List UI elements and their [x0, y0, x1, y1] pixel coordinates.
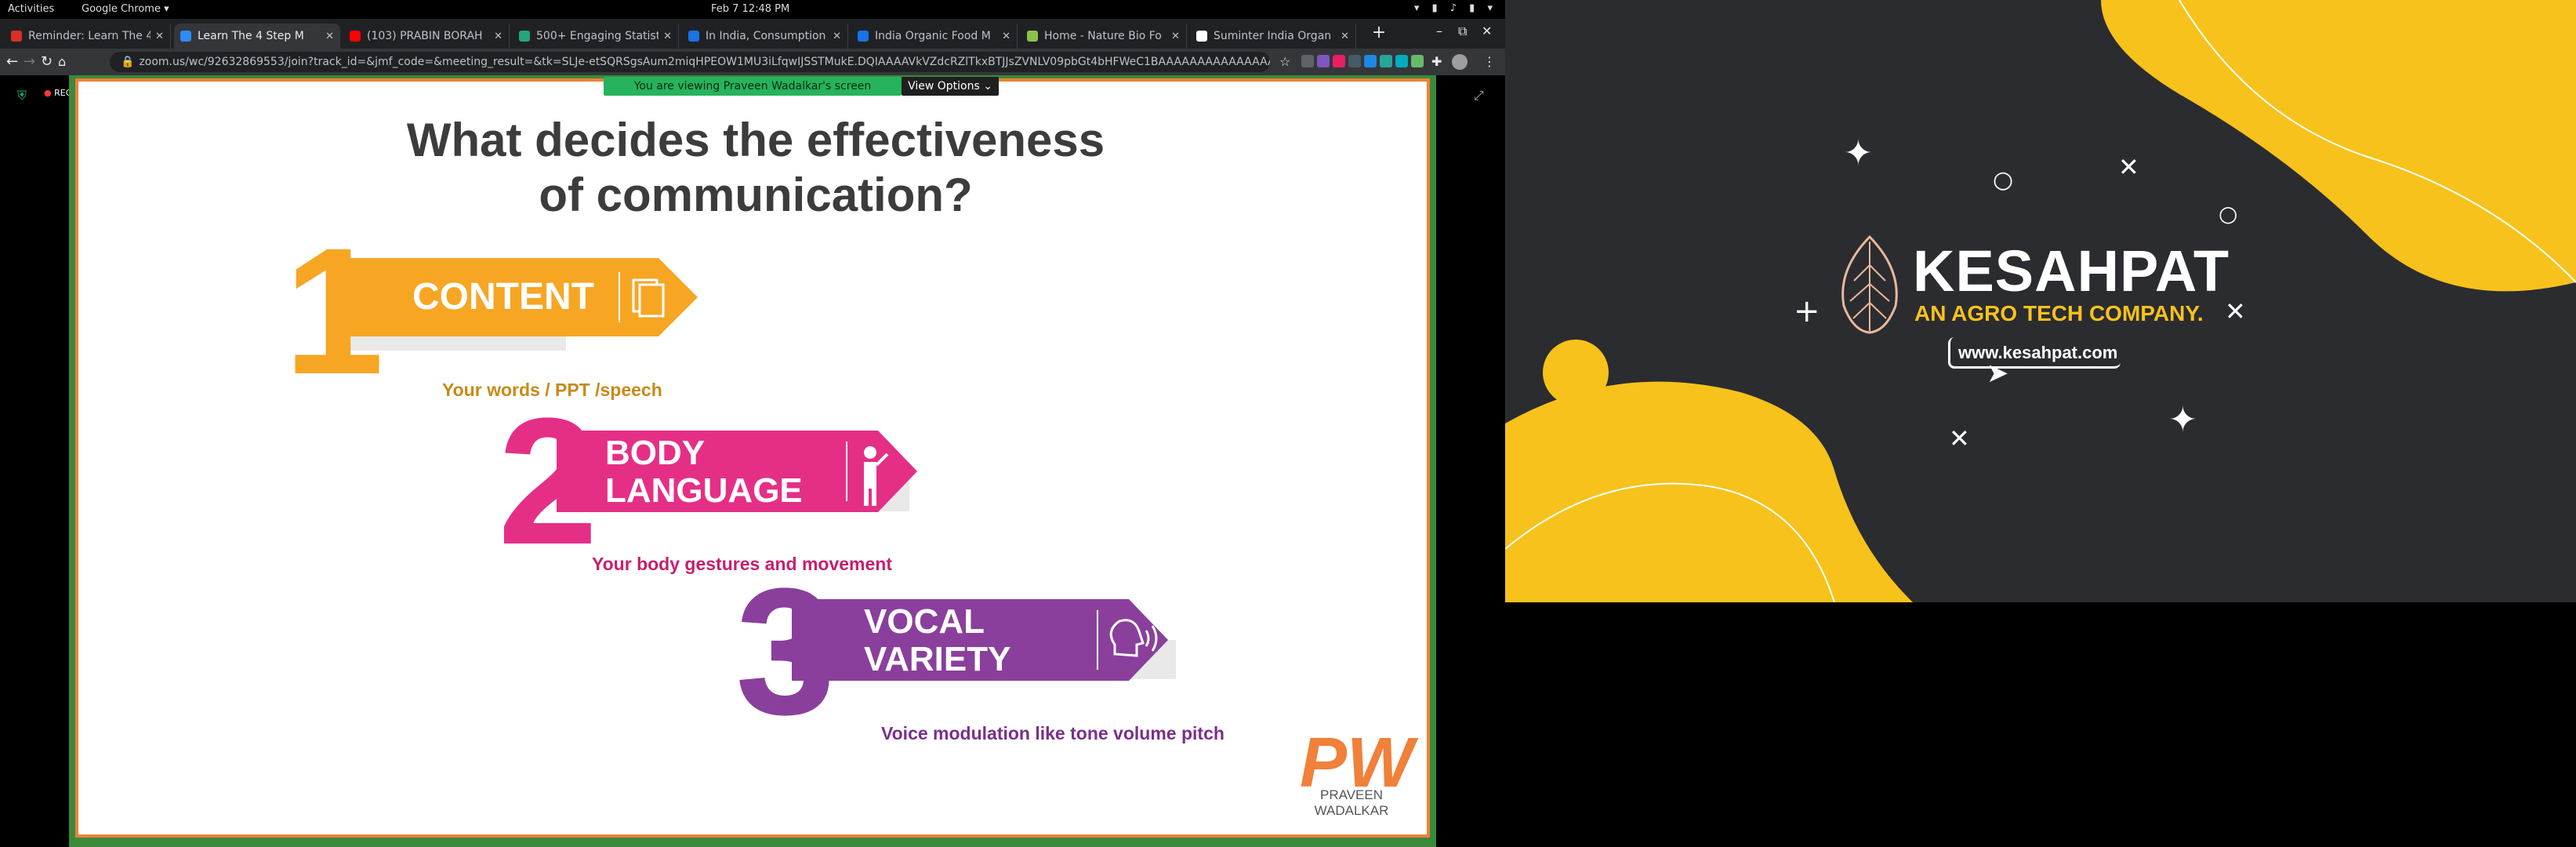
extension-icon[interactable]	[1411, 55, 1424, 67]
presentation-slide: What decides the effectiveness of commun…	[75, 78, 1430, 838]
puzzle-icon[interactable]: ✚	[1431, 54, 1442, 69]
cross-icon: ✕	[2118, 152, 2139, 182]
extension-icon[interactable]	[1348, 55, 1361, 67]
kebab-menu-icon[interactable]: ⋮	[1483, 54, 1496, 69]
author-name: PRAVEEN WADALKAR	[1314, 787, 1389, 818]
avatar[interactable]	[1452, 54, 1468, 70]
sparkle-icon: ✦	[2168, 400, 2197, 440]
item-3-subtext: Voice modulation like tone volume pitch	[881, 723, 1225, 743]
shield-icon[interactable]: ⛨	[17, 88, 27, 104]
home-icon[interactable]: ⌂	[58, 54, 66, 69]
close-tab-icon[interactable]: ✕	[833, 31, 841, 42]
reload-icon[interactable]: ↻	[41, 53, 53, 70]
item-3-label-line: VARIETY	[864, 640, 1011, 678]
extension-icon[interactable]	[1380, 55, 1392, 67]
leaf-logo-icon	[1841, 234, 1898, 334]
company-url: www.kesahpat.com	[1948, 337, 2121, 369]
forward-icon[interactable]: →	[24, 53, 35, 70]
extension-icon[interactable]	[1317, 55, 1330, 67]
item-1-label: CONTENT	[412, 276, 594, 318]
zoom-icon	[180, 31, 191, 42]
extension-icon[interactable]	[1333, 55, 1345, 67]
system-tray[interactable]: ▾ ▮ ♪ ▮ ▾	[1414, 2, 1497, 14]
company-tagline: AN AGRO TECH COMPANY.	[1914, 301, 2204, 325]
browser-tab[interactable]: Home - Nature Bio Fo ✕	[1021, 24, 1187, 49]
close-tab-icon[interactable]: ✕	[1002, 31, 1010, 42]
view-options-button[interactable]: View Options ⌄	[902, 77, 999, 96]
lock-icon: 🔒	[121, 56, 135, 68]
extension-icon[interactable]	[1395, 55, 1408, 67]
company-name: KESAHPAT	[1913, 238, 2230, 304]
google-icon	[1196, 31, 1207, 42]
tab-title: India Organic Food M	[875, 30, 991, 42]
plus-icon: +	[1794, 293, 1820, 329]
tab-title: In India, Consumption	[706, 30, 826, 42]
slide-title-line: of communication?	[539, 169, 973, 221]
close-window-icon[interactable]: ✕	[1482, 24, 1492, 38]
tab-title: (103) PRABIN BORAH	[367, 30, 483, 42]
cursor-icon: ➤	[1986, 358, 2009, 389]
close-tab-icon[interactable]: ✕	[155, 31, 164, 42]
close-tab-icon[interactable]: ✕	[494, 31, 503, 42]
browser-tab[interactable]: 500+ Engaging Statist ✕	[513, 24, 679, 49]
browser-tab[interactable]: Reminder: Learn The 4 ✕	[5, 24, 171, 49]
youtube-icon	[350, 31, 361, 42]
screen-share-banner: You are viewing Praveen Wadalkar's scree…	[604, 77, 902, 96]
address-bar[interactable]: 🔒 zoom.us/wc/92632869553/join?track_id=&j…	[110, 52, 1270, 72]
minimize-icon[interactable]: –	[1436, 24, 1442, 38]
activities-button[interactable]: Activities	[8, 3, 54, 15]
item-2-label-line: LANGUAGE	[605, 471, 803, 510]
system-top-bar: Activities Google Chrome ▾ Feb 7 12:48 P…	[0, 0, 1505, 19]
new-tab-button[interactable]: +	[1369, 24, 1389, 44]
cross-icon: ✕	[1949, 424, 1970, 453]
clock[interactable]: Feb 7 12:48 PM	[711, 3, 789, 15]
back-icon[interactable]: ←	[6, 53, 18, 70]
slide-title-line: What decides the effectiveness	[406, 114, 1105, 166]
close-tab-icon[interactable]: ✕	[325, 31, 334, 42]
item-2-label: BODY LANGUAGE	[605, 434, 803, 510]
gmail-icon	[11, 31, 22, 42]
app-menu[interactable]: Google Chrome ▾	[82, 3, 169, 15]
site-icon	[519, 31, 530, 42]
ring-icon: ○	[2219, 201, 2238, 227]
browser-tab[interactable]: Learn The 4 Step M ✕	[174, 24, 340, 49]
share-banner-text: You are viewing Praveen Wadalkar's scree…	[633, 80, 872, 93]
tab-title: Reminder: Learn The 4	[28, 30, 151, 42]
tab-title: Suminter India Organ	[1214, 30, 1332, 42]
extension-icon[interactable]	[1364, 55, 1377, 67]
close-tab-icon[interactable]: ✕	[663, 31, 672, 42]
item-2-label-line: BODY	[605, 434, 706, 472]
browser-tab[interactable]: Suminter India Organ ✕	[1190, 24, 1356, 49]
browser-tab[interactable]: In India, Consumption ✕	[682, 24, 848, 49]
close-tab-icon[interactable]: ✕	[1171, 31, 1180, 42]
tab-title: 500+ Engaging Statist	[536, 30, 659, 42]
tab-title: Home - Nature Bio Fo	[1044, 30, 1162, 42]
item-3-label-line: VOCAL	[864, 602, 985, 641]
kesahpat-video-tile: ✦ ○ ✕ ○ + ✕ ✕ ✦ KESAHPAT AN AGRO TECH CO…	[1505, 0, 2576, 602]
bookmark-star-icon[interactable]: ☆	[1279, 54, 1290, 69]
sparkle-icon: ✦	[1844, 133, 1873, 173]
browser-toolbar: ← → ↻ ⌂ 🔒 zoom.us/wc/92632869553/join?tra…	[0, 49, 1505, 75]
expand-icon[interactable]: ⤢	[1474, 88, 1484, 104]
document-icon	[644, 279, 684, 318]
close-tab-icon[interactable]: ✕	[1341, 31, 1349, 42]
ring-icon: ○	[1993, 166, 2014, 194]
extension-icon[interactable]	[1301, 55, 1314, 67]
item-3-label: VOCAL VARIETY	[864, 603, 1010, 678]
url-text: zoom.us/wc/92632869553/join?track_id=&jm…	[139, 56, 1270, 68]
browser-tab[interactable]: India Organic Food M ✕	[851, 24, 1018, 49]
recording-indicator: ● REC	[44, 88, 72, 98]
chart-icon	[858, 31, 869, 42]
tab-title: Learn The 4 Step M	[198, 30, 304, 42]
leaf-icon	[1027, 31, 1038, 42]
browser-tab[interactable]: (103) PRABIN BORAH ✕	[343, 24, 510, 49]
slide-title: What decides the effectiveness of commun…	[78, 113, 1433, 223]
restore-icon[interactable]: ⧉	[1458, 24, 1467, 39]
site-icon	[688, 31, 699, 42]
